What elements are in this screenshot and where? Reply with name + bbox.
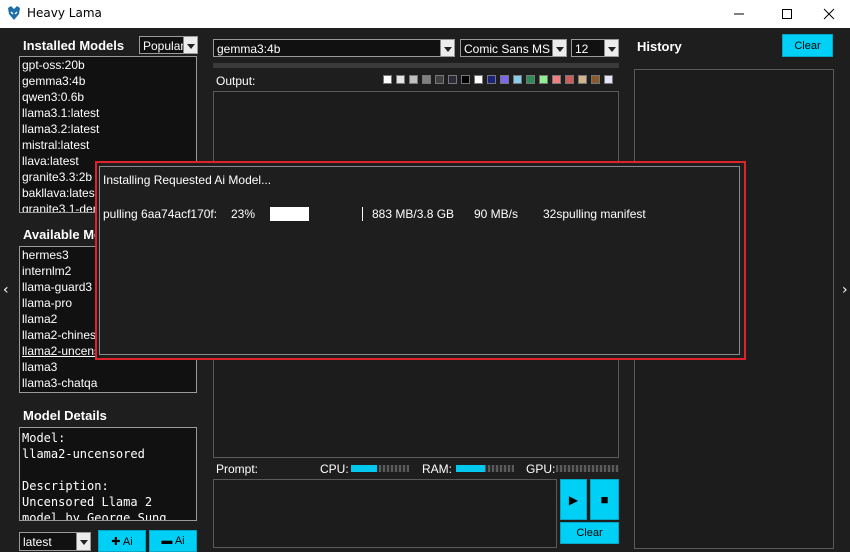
color-swatch[interactable] xyxy=(552,75,561,84)
cpu-meter xyxy=(351,465,409,472)
main-area: Installed Models Popular gpt-oss:20b gemm… xyxy=(0,28,850,552)
close-button[interactable] xyxy=(806,0,850,28)
dialog-title: Installing Requested Ai Model... xyxy=(103,173,272,187)
list-item[interactable]: llama3-chatqa xyxy=(20,375,196,391)
installed-filter-select[interactable]: Popular xyxy=(139,36,198,54)
color-swatch[interactable] xyxy=(383,75,392,84)
chevron-down-icon[interactable] xyxy=(76,533,90,550)
cpu-label: CPU: xyxy=(320,462,349,476)
font-select-value: Comic Sans MS xyxy=(464,42,551,56)
color-swatch[interactable] xyxy=(487,75,496,84)
color-swatch[interactable] xyxy=(526,75,535,84)
list-item[interactable]: gemma3:4b xyxy=(20,73,196,89)
model-details-text: Model: llama2-uncensored Description: Un… xyxy=(19,427,197,521)
color-swatch[interactable] xyxy=(461,75,470,84)
model-tag-select[interactable]: latest xyxy=(19,532,91,551)
color-swatch[interactable] xyxy=(396,75,405,84)
color-swatch[interactable] xyxy=(448,75,457,84)
minimize-button[interactable] xyxy=(716,0,762,28)
chevron-down-icon[interactable] xyxy=(183,37,197,53)
nav-right-icon[interactable]: › xyxy=(842,282,848,298)
pull-percent: 23% xyxy=(231,207,256,221)
installed-filter-value: Popular xyxy=(143,39,185,53)
list-item[interactable]: llama3 xyxy=(20,359,196,375)
model-details-heading: Model Details xyxy=(23,408,107,423)
install-progress-panel: Installing Requested Ai Model... pulling… xyxy=(99,166,740,355)
pull-progress-end xyxy=(362,207,363,221)
pull-progress-bar xyxy=(270,207,363,221)
pull-tail: 32spulling manifest xyxy=(543,207,646,221)
pull-size: 883 MB/3.8 GB xyxy=(372,207,455,221)
color-swatch[interactable] xyxy=(604,75,613,84)
list-item[interactable]: mistral:latest xyxy=(20,137,196,153)
history-clear-button[interactable]: Clear xyxy=(782,34,833,57)
color-swatch[interactable] xyxy=(539,75,548,84)
ram-meter-fill xyxy=(456,465,485,472)
ram-meter xyxy=(456,465,514,472)
chevron-down-icon[interactable] xyxy=(440,40,454,56)
add-model-button[interactable]: ✚ Ai xyxy=(98,530,146,552)
installed-models-heading: Installed Models xyxy=(23,38,125,53)
font-size-select[interactable]: 12 xyxy=(571,39,619,57)
pull-speed: 90 MB/s xyxy=(474,207,519,221)
color-swatch[interactable] xyxy=(578,75,587,84)
maximize-icon xyxy=(782,9,792,19)
color-swatch[interactable] xyxy=(474,75,483,84)
prompt-label: Prompt: xyxy=(216,462,259,476)
pull-status: pulling 6aa74acf170f: xyxy=(103,207,218,221)
gpu-label: GPU: xyxy=(526,462,556,476)
chevron-down-icon[interactable] xyxy=(604,40,618,56)
model-select[interactable]: gemma3:4b xyxy=(213,39,455,57)
nav-left-icon[interactable]: ‹ xyxy=(3,282,9,298)
send-button[interactable]: ▶ xyxy=(560,479,587,520)
maximize-button[interactable] xyxy=(764,0,810,28)
color-swatch[interactable] xyxy=(591,75,600,84)
color-swatch[interactable] xyxy=(565,75,574,84)
color-swatch[interactable] xyxy=(513,75,522,84)
font-size-value: 12 xyxy=(575,42,589,56)
prompt-input[interactable] xyxy=(213,479,557,548)
color-swatch[interactable] xyxy=(435,75,444,84)
install-progress-dialog: Installing Requested Ai Model... pulling… xyxy=(95,161,746,360)
remove-model-button[interactable]: ▬ Ai xyxy=(149,530,197,552)
color-swatch[interactable] xyxy=(422,75,431,84)
stop-button[interactable]: ■ xyxy=(590,479,619,520)
list-item[interactable]: gpt-oss:20b xyxy=(20,57,196,73)
history-heading: History xyxy=(637,39,682,54)
close-icon xyxy=(823,8,835,20)
chevron-down-icon[interactable] xyxy=(552,40,566,56)
color-swatch[interactable] xyxy=(409,75,418,84)
minimize-icon xyxy=(734,13,744,15)
title-bar: Heavy Lama xyxy=(0,0,850,28)
stop-icon: ■ xyxy=(600,492,609,507)
font-select[interactable]: Comic Sans MS xyxy=(460,39,567,57)
model-tag-value: latest xyxy=(23,535,52,549)
app-icon xyxy=(8,6,20,20)
model-select-value: gemma3:4b xyxy=(217,42,281,56)
list-item[interactable]: qwen3:0.6b xyxy=(20,89,196,105)
output-label: Output: xyxy=(216,74,256,88)
window-title: Heavy Lama xyxy=(27,6,102,20)
pull-progress-fill xyxy=(270,207,309,221)
ram-label: RAM: xyxy=(422,462,452,476)
list-item[interactable]: llama3.1:latest xyxy=(20,105,196,121)
prompt-clear-button[interactable]: Clear xyxy=(560,522,619,544)
gpu-meter xyxy=(556,465,619,472)
toolbar-divider xyxy=(213,63,619,68)
color-swatch[interactable] xyxy=(500,75,509,84)
cpu-meter-fill xyxy=(351,465,378,472)
play-icon: ▶ xyxy=(568,492,579,507)
list-item[interactable]: llama3.2:latest xyxy=(20,121,196,137)
